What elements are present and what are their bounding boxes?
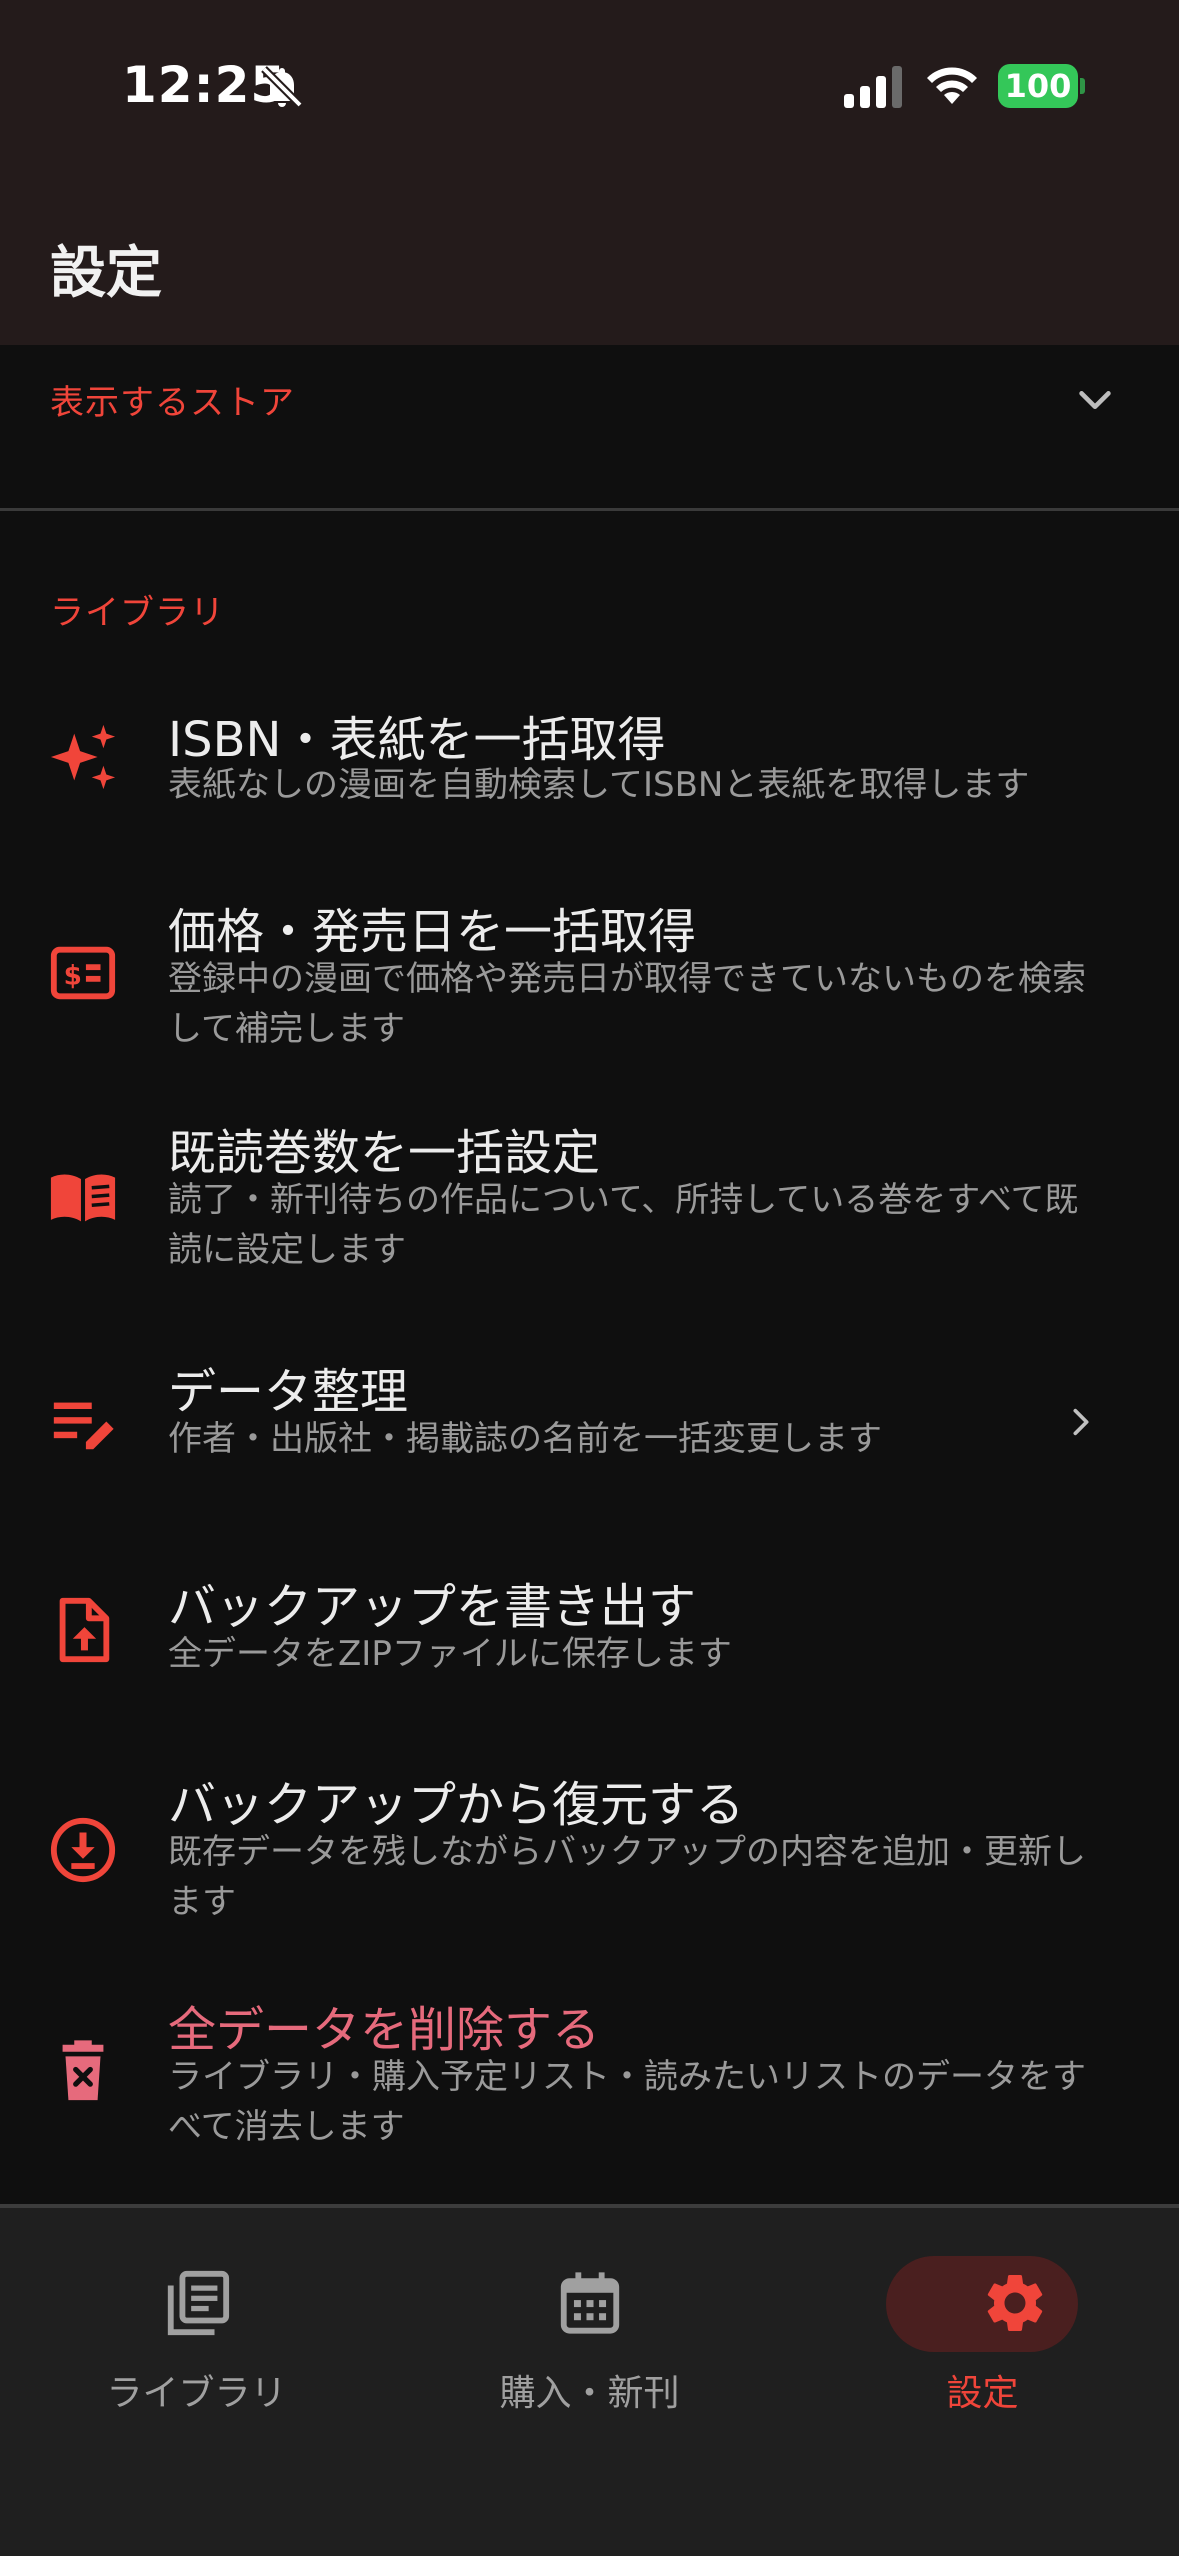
edit-list-icon	[53, 1402, 114, 1450]
file-upload-icon	[59, 1597, 110, 1663]
gear-icon	[987, 2275, 1043, 2331]
setting-description: 読了・新刊待ちの作品について、所持している巻をすべて既読に設定します	[168, 1180, 1079, 1270]
battery-level: 100	[1004, 67, 1072, 105]
setting-description: 表紙なしの漫画を自動検索してISBNと表紙を取得します	[168, 765, 1030, 805]
top-bar: 12:25 100 設定	[0, 0, 1179, 345]
library-section-label: ライブラリ	[50, 593, 225, 633]
tab-library[interactable]: ライブラリ	[0, 2208, 393, 2508]
settings-screen: 12:25 100 設定 表示するストア ライブラリ ISBN・表紙を一括取得 …	[0, 0, 1179, 2556]
tab-label: 設定	[946, 2373, 1019, 2414]
setting-bulk-price-release[interactable]: $ 価格・発売日を一括取得 登録中の漫画で価格や発売日が取得できていないものを検…	[0, 880, 1179, 1080]
setting-bulk-read-volumes[interactable]: 既読巻数を一括設定 読了・新刊待ちの作品について、所持している巻をすべて既読に設…	[0, 1105, 1179, 1305]
setting-delete-all-data[interactable]: 全データを削除する ライブラリ・購入予定リスト・読みたいリストのデータをすべて消…	[0, 1988, 1179, 2188]
setting-description: ライブラリ・購入予定リスト・読みたいリストのデータをすべて消去します	[168, 2057, 1086, 2147]
setting-data-cleanup[interactable]: データ整理 作者・出版社・掲載誌の名前を一括変更します	[0, 1340, 1179, 1510]
section-divider	[0, 508, 1179, 511]
setting-description: 既存データを残しながらバックアップの内容を追加・更新します	[168, 1832, 1086, 1922]
setting-title: バックアップを書き出す	[168, 1579, 697, 1635]
cellular-signal-icon	[844, 66, 902, 108]
setting-title: 価格・発売日を一括取得	[168, 904, 697, 960]
tab-label: ライブラリ	[106, 2373, 287, 2414]
price-tag-icon: $	[50, 946, 116, 1000]
store-section-label: 表示するストア	[50, 383, 295, 423]
page-title: 設定	[50, 241, 162, 306]
sparkles-icon	[50, 724, 116, 790]
tab-label: 購入・新刊	[499, 2373, 680, 2414]
battery-indicator: 100	[998, 64, 1078, 108]
calendar-icon	[560, 2272, 620, 2334]
setting-bulk-isbn-cover[interactable]: ISBN・表紙を一括取得 表紙なしの漫画を自動検索してISBNと表紙を取得します	[0, 680, 1179, 850]
setting-description: 全データをZIPファイルに保存します	[168, 1634, 732, 1674]
setting-restore-backup[interactable]: バックアップから復元する 既存データを残しながらバックアップの内容を追加・更新し…	[0, 1765, 1179, 1965]
setting-export-backup[interactable]: バックアップを書き出す 全データをZIPファイルに保存します	[0, 1555, 1179, 1725]
wifi-icon	[927, 67, 977, 104]
download-circle-icon	[50, 1817, 116, 1883]
store-section-toggle[interactable]: 表示するストア	[0, 345, 1179, 505]
chevron-right-icon	[1073, 1408, 1089, 1436]
bell-off-icon	[261, 66, 303, 108]
tab-purchase-new-releases[interactable]: 購入・新刊	[393, 2208, 786, 2508]
bottom-navigation: ライブラリ 購入・新刊 設定	[0, 2208, 1179, 2556]
setting-description: 登録中の漫画で価格や発売日が取得できていないものを検索して補完します	[168, 959, 1086, 1049]
chevron-down-icon[interactable]	[1072, 378, 1118, 424]
setting-title: データ整理	[168, 1364, 409, 1420]
open-book-icon	[50, 1174, 116, 1222]
svg-text:$: $	[64, 962, 82, 992]
setting-title: 既読巻数を一括設定	[168, 1125, 601, 1181]
battery-tip	[1080, 78, 1085, 94]
trash-icon	[62, 2040, 104, 2101]
tab-settings[interactable]: 設定	[786, 2208, 1179, 2508]
setting-title: バックアップから復元する	[168, 1777, 745, 1833]
setting-description: 作者・出版社・掲載誌の名前を一括変更します	[168, 1419, 882, 1459]
setting-title: 全データを削除する	[168, 2002, 601, 2058]
status-bar: 12:25 100	[0, 0, 1179, 175]
library-icon	[167, 2270, 230, 2336]
